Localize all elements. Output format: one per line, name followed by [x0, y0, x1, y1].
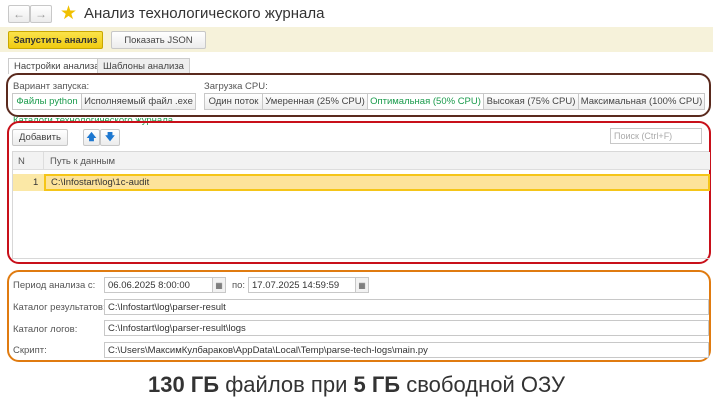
launch-label: Вариант запуска: [13, 81, 90, 92]
tab-templates[interactable]: Шаблоны анализа [97, 58, 190, 74]
logs-input[interactable]: C:\Infostart\log\parser-result\logs [104, 320, 709, 336]
period-from-input[interactable]: 06.06.2025 8:00:00 [104, 277, 213, 293]
move-down-icon[interactable]: 🡇 [100, 129, 120, 146]
star-icon[interactable]: ★ [60, 2, 77, 25]
column-n[interactable]: N [18, 156, 25, 167]
search-input[interactable]: Поиск (Ctrl+F) [610, 128, 702, 144]
column-path[interactable]: Путь к данным [50, 156, 115, 167]
period-label: Период анализа с: [13, 280, 96, 291]
back-button[interactable]: ← [8, 5, 30, 23]
caption-text-end: свободной ОЗУ [400, 372, 566, 397]
page-title: Анализ технологического журнала [84, 5, 325, 22]
move-up-icon[interactable]: 🡅 [83, 129, 100, 146]
caption-size: 130 ГБ [147, 372, 220, 397]
results-input[interactable]: C:\Infostart\log\parser-result [104, 299, 709, 315]
caption-text: файлов при [219, 372, 354, 397]
script-input[interactable]: C:\Users\МаксимКулбараков\AppData\Local\… [104, 342, 709, 358]
launch-python[interactable]: Файлы python [12, 93, 82, 110]
cpu-75[interactable]: Высокая (75% CPU) [483, 93, 579, 110]
period-to-input[interactable]: 17.07.2025 14:59:59 [248, 277, 356, 293]
period-to-label: по: [232, 280, 246, 291]
add-button[interactable]: Добавить [12, 129, 68, 146]
row-number: 1 [33, 177, 39, 188]
caption-ram: 5 ГБ [353, 372, 401, 397]
cpu-50[interactable]: Оптимальная (50% CPU) [367, 93, 484, 110]
cpu-single[interactable]: Один поток [204, 93, 263, 110]
script-label: Скрипт: [13, 345, 47, 356]
calendar-icon[interactable]: ▦ [212, 277, 226, 293]
catalogs-table: N Путь к данным 1 C:\Infostart\log\1c-au… [12, 151, 710, 259]
cpu-100[interactable]: Максимальная (100% CPU) [578, 93, 705, 110]
cpu-25[interactable]: Умеренная (25% CPU) [262, 93, 368, 110]
forward-button[interactable]: → [30, 5, 52, 23]
cpu-label: Загрузка CPU: [204, 81, 268, 92]
table-header: N Путь к данным [13, 152, 710, 170]
logs-label: Каталог логов: [13, 324, 78, 335]
tab-settings[interactable]: Настройки анализа [8, 58, 106, 74]
launch-exe[interactable]: Исполняемый файл .exe [81, 93, 196, 110]
row-path[interactable]: C:\Infostart\log\1c-audit [44, 174, 710, 191]
caption: 130 ГБ файлов при 5 ГБ свободной ОЗУ [0, 372, 713, 398]
run-analysis-button[interactable]: Запустить анализ [8, 31, 103, 49]
toolbar [0, 27, 713, 52]
table-row[interactable]: 1 C:\Infostart\log\1c-audit [13, 174, 710, 191]
results-label: Каталог результатов: [13, 302, 106, 313]
show-json-button[interactable]: Показать JSON [111, 31, 206, 49]
calendar-icon[interactable]: ▦ [355, 277, 369, 293]
